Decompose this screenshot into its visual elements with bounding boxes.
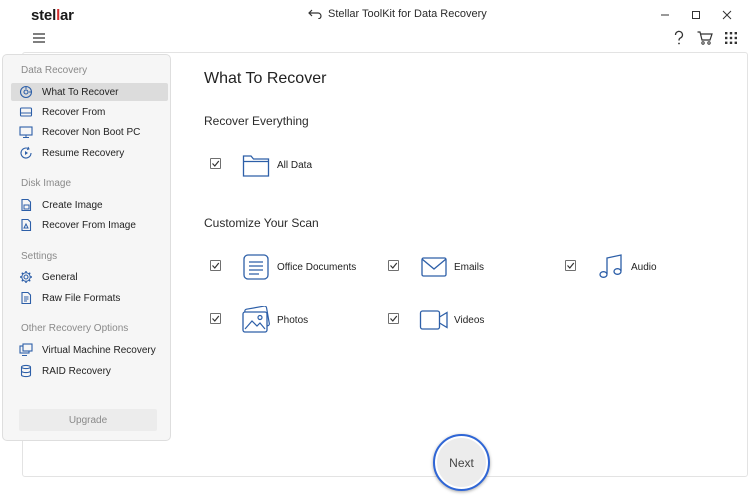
- drive-icon: [19, 105, 33, 119]
- recover-image-icon: [19, 218, 33, 232]
- sidebar-item-general[interactable]: General: [11, 268, 168, 286]
- sidebar-item-label: Raw File Formats: [42, 292, 121, 304]
- all-data-checkbox[interactable]: [210, 158, 221, 169]
- page-title: What To Recover: [204, 70, 327, 87]
- minimize-button[interactable]: [649, 4, 680, 26]
- office-documents-checkbox[interactable]: [210, 260, 221, 271]
- toolbar: [0, 28, 750, 50]
- video-icon: [419, 305, 449, 335]
- option-label-audio: Audio: [631, 262, 657, 273]
- next-button[interactable]: Next: [433, 434, 490, 491]
- option-label-office-documents: Office Documents: [277, 262, 357, 273]
- raw-file-icon: [19, 291, 33, 305]
- question-icon[interactable]: [670, 29, 688, 47]
- email-icon: [419, 252, 449, 282]
- cart-icon[interactable]: [696, 29, 714, 47]
- sidebar-item-recover-from-image[interactable]: Recover From Image: [11, 216, 168, 234]
- sidebar-group-data-recovery: Data Recovery: [21, 65, 88, 76]
- grid-icon[interactable]: [722, 29, 740, 47]
- option-label-all-data: All Data: [277, 160, 313, 171]
- music-note-icon: [596, 252, 626, 282]
- option-label-videos: Videos: [454, 315, 485, 326]
- section-heading-customize-your-scan: Customize Your Scan: [204, 216, 319, 230]
- option-label-emails: Emails: [454, 262, 485, 273]
- sidebar-item-raw-file-formats[interactable]: Raw File Formats: [11, 289, 168, 307]
- sidebar-item-label: Recover Non Boot PC: [42, 126, 141, 138]
- option-label-photos: Photos: [277, 315, 309, 326]
- sidebar-item-create-image[interactable]: Create Image: [11, 196, 168, 214]
- window-controls: [649, 4, 742, 26]
- sidebar-item-label: General: [42, 271, 78, 283]
- sidebar-item-label: RAID Recovery: [42, 365, 111, 377]
- sidebar-item-virtual-machine-recovery[interactable]: Virtual Machine Recovery: [11, 341, 168, 359]
- close-button[interactable]: [711, 4, 742, 26]
- gear-icon: [19, 270, 33, 284]
- maximize-button[interactable]: [680, 4, 711, 26]
- sidebar-item-recover-non-boot-pc[interactable]: Recover Non Boot PC: [11, 123, 168, 141]
- sidebar-item-label: Virtual Machine Recovery: [42, 344, 156, 356]
- document-icon: [241, 252, 271, 282]
- photo-icon: [241, 305, 271, 335]
- sidebar-item-raid-recovery[interactable]: RAID Recovery: [11, 362, 168, 380]
- hamburger-icon[interactable]: [30, 30, 48, 46]
- maximize-icon: [691, 11, 700, 19]
- window-title: Stellar ToolKit for Data Recovery: [328, 8, 487, 20]
- sidebar-item-label: Resume Recovery: [42, 147, 125, 159]
- sidebar-group-other-recovery-options: Other Recovery Options: [21, 323, 129, 334]
- sidebar: Data Recovery What To Recover Recover Fr…: [2, 54, 171, 441]
- resume-icon: [19, 146, 33, 160]
- sidebar-item-label: What To Recover: [42, 86, 119, 98]
- sidebar-group-disk-image: Disk Image: [21, 178, 72, 189]
- close-icon: [722, 10, 731, 20]
- target-icon: [19, 85, 33, 99]
- virtual-machine-icon: [19, 343, 33, 357]
- checkmark-icon: [212, 160, 220, 167]
- title-bar: stellar Stellar ToolKit for Data Recover…: [0, 0, 750, 30]
- sidebar-item-what-to-recover[interactable]: What To Recover: [11, 83, 168, 101]
- sidebar-item-label: Create Image: [42, 199, 103, 211]
- window-title-area: Stellar ToolKit for Data Recovery: [308, 8, 487, 20]
- section-heading-recover-everything: Recover Everything: [204, 114, 309, 128]
- sidebar-group-settings: Settings: [21, 251, 58, 262]
- raid-icon: [19, 364, 33, 378]
- minimize-icon: [660, 14, 669, 16]
- emails-checkbox[interactable]: [388, 260, 399, 271]
- folder-icon: [241, 150, 271, 180]
- audio-checkbox[interactable]: [565, 260, 576, 271]
- sidebar-item-resume-recovery[interactable]: Resume Recovery: [11, 144, 168, 162]
- videos-checkbox[interactable]: [388, 313, 399, 324]
- sidebar-item-label: Recover From: [42, 106, 106, 118]
- stellar-logo: stellar: [31, 7, 74, 24]
- sidebar-item-recover-from[interactable]: Recover From: [11, 103, 168, 121]
- upgrade-button[interactable]: Upgrade: [19, 409, 157, 431]
- sidebar-item-label: Recover From Image: [42, 219, 136, 231]
- photos-checkbox[interactable]: [210, 313, 221, 324]
- create-image-icon: [19, 198, 33, 212]
- back-arrow-icon[interactable]: [308, 9, 322, 19]
- monitor-icon: [19, 125, 33, 139]
